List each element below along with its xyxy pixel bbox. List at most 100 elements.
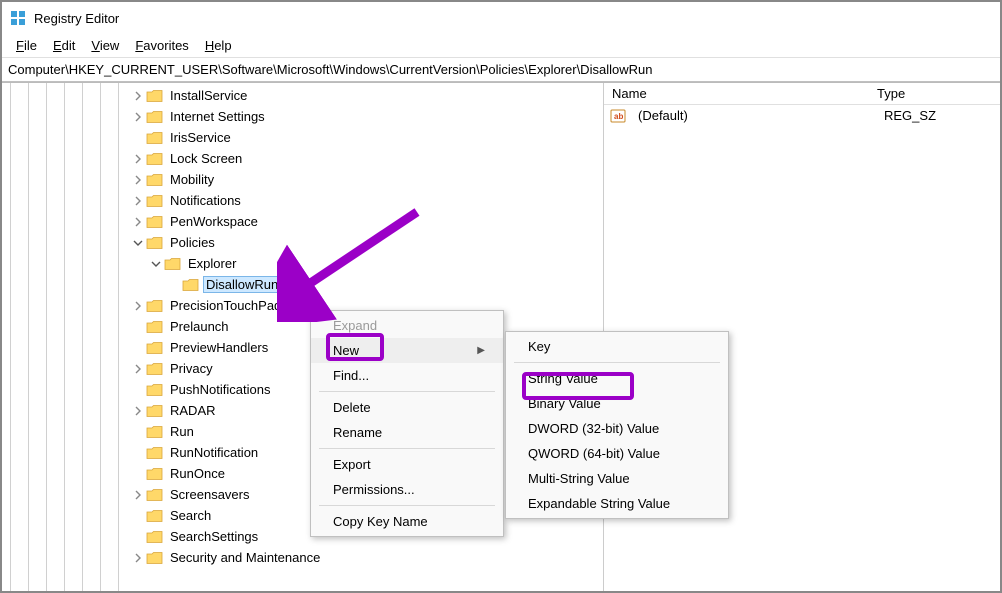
folder-icon [182,278,199,292]
app-icon [10,10,26,26]
expand-toggle-icon[interactable] [132,552,144,564]
expand-toggle-icon[interactable] [132,300,144,312]
ctx-new[interactable]: New▶ [311,338,503,363]
ctx-new-multistring[interactable]: Multi-String Value [506,466,728,491]
ctx-new-expandstring[interactable]: Expandable String Value [506,491,728,516]
expand-spacer [132,342,144,354]
tree-item[interactable]: Lock Screen [2,148,603,169]
folder-icon [146,467,163,481]
menu-help[interactable]: Help [197,36,240,55]
tree-item[interactable]: Policies [2,232,603,253]
ctx-new-dword[interactable]: DWORD (32-bit) Value [506,416,728,441]
tree-label: DisallowRun [203,276,281,293]
tree-label: Explorer [185,255,239,272]
expand-toggle-icon[interactable] [132,153,144,165]
ctx-delete[interactable]: Delete [311,395,503,420]
value-type: REG_SZ [876,106,1000,125]
folder-icon [146,215,163,229]
folder-icon [146,383,163,397]
ctx-permissions[interactable]: Permissions... [311,477,503,502]
ctx-export[interactable]: Export [311,452,503,477]
menu-view[interactable]: View [83,36,127,55]
expand-spacer [132,384,144,396]
tree-label: Policies [167,234,218,251]
col-name-header[interactable]: Name [604,84,869,103]
tree-label: RunOnce [167,465,228,482]
window-title: Registry Editor [34,11,119,26]
value-row[interactable]: ab(Default)REG_SZ [604,105,1000,126]
expand-toggle-icon[interactable] [132,405,144,417]
expand-toggle-icon[interactable] [132,489,144,501]
tree-label: SearchSettings [167,528,261,545]
string-value-icon: ab [610,108,626,124]
tree-label: Run [167,423,197,440]
ctx-expand: Expand [311,313,503,338]
tree-item[interactable]: InstallService [2,85,603,106]
folder-icon [146,194,163,208]
address-bar[interactable]: Computer\HKEY_CURRENT_USER\Software\Micr… [2,58,1000,82]
folder-icon [146,173,163,187]
ctx-new-qword[interactable]: QWORD (64-bit) Value [506,441,728,466]
folder-icon [146,89,163,103]
ctx-new-binary[interactable]: Binary Value [506,391,728,416]
ctx-new-key[interactable]: Key [506,334,728,359]
ctx-separator [319,448,495,449]
ctx-rename[interactable]: Rename [311,420,503,445]
tree-item[interactable]: PrecisionTouchPad [2,295,603,316]
context-menu: Expand New▶ Find... Delete Rename Export… [310,310,504,537]
tree-item[interactable]: Explorer [2,253,603,274]
ctx-new-string[interactable]: String Value [506,366,728,391]
folder-icon [146,110,163,124]
tree-item[interactable]: Notifications [2,190,603,211]
menu-favorites[interactable]: Favorites [127,36,196,55]
tree-label: Internet Settings [167,108,268,125]
expand-toggle-icon[interactable] [132,363,144,375]
tree-label: Search [167,507,214,524]
tree-item[interactable]: Security and Maintenance [2,547,603,568]
tree-label: Privacy [167,360,216,377]
expand-toggle-icon[interactable] [150,258,162,270]
ctx-copy-key-name[interactable]: Copy Key Name [311,509,503,534]
expand-spacer [132,510,144,522]
folder-icon [146,404,163,418]
tree-label: Security and Maintenance [167,549,323,566]
folder-icon [146,152,163,166]
menubar: File Edit View Favorites Help [2,34,1000,58]
tree-item[interactable]: Mobility [2,169,603,190]
chevron-right-icon: ▶ [477,345,485,356]
col-type-header[interactable]: Type [869,84,1000,103]
tree-label: Notifications [167,192,244,209]
ctx-find[interactable]: Find... [311,363,503,388]
folder-icon [146,131,163,145]
tree-item[interactable]: SearchSettings [2,526,603,547]
tree-label: Lock Screen [167,150,245,167]
tree-label: Prelaunch [167,318,232,335]
expand-toggle-icon[interactable] [132,237,144,249]
folder-icon [146,320,163,334]
ctx-separator [319,391,495,392]
expand-spacer [132,321,144,333]
tree-item[interactable]: Internet Settings [2,106,603,127]
expand-spacer [132,132,144,144]
folder-icon [146,425,163,439]
expand-spacer [132,447,144,459]
address-path: Computer\HKEY_CURRENT_USER\Software\Micr… [8,62,652,77]
folder-icon [146,299,163,313]
expand-spacer [168,279,180,291]
menu-edit[interactable]: Edit [45,36,83,55]
tree-label: InstallService [167,87,250,104]
tree-item[interactable]: DisallowRun [2,274,603,295]
tree-item[interactable]: IrisService [2,127,603,148]
tree-label: PushNotifications [167,381,273,398]
expand-toggle-icon[interactable] [132,90,144,102]
tree-item[interactable]: PenWorkspace [2,211,603,232]
menu-file[interactable]: File [8,36,45,55]
expand-spacer [132,426,144,438]
expand-toggle-icon[interactable] [132,111,144,123]
expand-toggle-icon[interactable] [132,174,144,186]
folder-icon [146,551,163,565]
titlebar: Registry Editor [2,2,1000,34]
folder-icon [146,530,163,544]
expand-toggle-icon[interactable] [132,195,144,207]
expand-toggle-icon[interactable] [132,216,144,228]
